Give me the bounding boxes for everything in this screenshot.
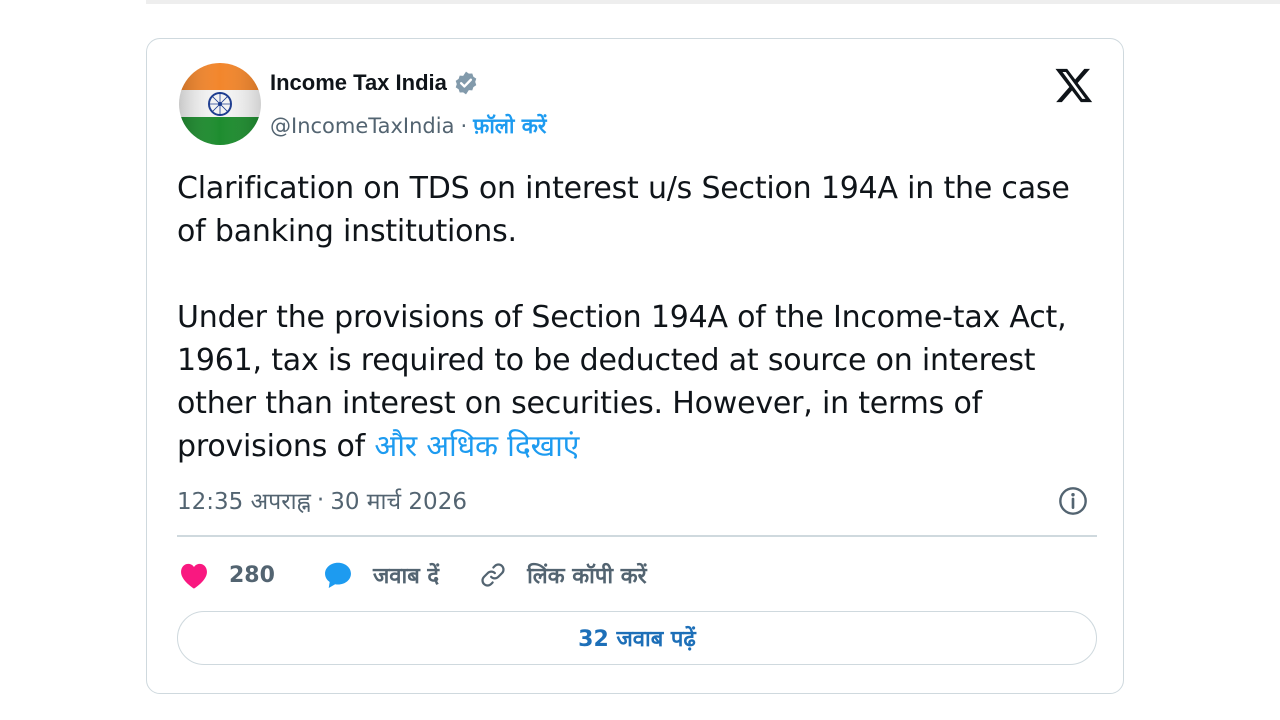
tweet-card[interactable]: Income Tax India @IncomeTaxIndia · फ़ॉलो…: [146, 38, 1124, 694]
heart-icon: [181, 563, 207, 589]
actions-divider: [177, 535, 1097, 537]
tweet-paragraph-2: Under the provisions of Section 194A of …: [177, 296, 1077, 468]
top-divider-strip: [146, 0, 1280, 4]
tweet-body: Clarification on TDS on interest u/s Sec…: [177, 167, 1077, 468]
handle-row: @IncomeTaxIndia · फ़ॉलो करें: [270, 111, 547, 141]
tweet-actions: 280 जवाब दें लिंक कॉपी करें: [177, 555, 647, 595]
tweet-paragraph-2-text: Under the provisions of Section 194A of …: [177, 300, 1067, 464]
verified-badge-icon: [453, 70, 479, 96]
timestamp-separator: ·: [316, 487, 325, 513]
link-icon: [481, 563, 505, 587]
read-replies-button[interactable]: 32 जवाब पढ़ें: [177, 611, 1097, 665]
author-row: Income Tax India: [270, 69, 479, 97]
author-handle[interactable]: @IncomeTaxIndia: [270, 114, 454, 138]
reply-button[interactable]: जवाब दें: [321, 560, 439, 590]
tweet-time: 12:35 अपराह्न: [177, 489, 311, 515]
india-flag-avatar-icon: [179, 63, 261, 145]
reply-label: जवाब दें: [372, 564, 440, 589]
copy-link-label: लिंक कॉपी करें: [527, 564, 647, 589]
author-name[interactable]: Income Tax India: [270, 70, 447, 96]
tweet-timestamp[interactable]: 12:35 अपराह्न · 30 मार्च 2026: [177, 484, 467, 516]
avatar[interactable]: [179, 63, 261, 145]
like-count: 280: [229, 562, 275, 588]
info-icon[interactable]: [1057, 485, 1089, 517]
handle-separator: ·: [460, 114, 468, 138]
read-replies-label: 32 जवाब पढ़ें: [578, 627, 696, 652]
tweet-date: 30 मार्च 2026: [330, 489, 467, 515]
x-logo-icon[interactable]: [1053, 65, 1095, 105]
like-button[interactable]: 280: [177, 560, 275, 590]
reply-bubble-icon: [324, 562, 351, 588]
tweet-paragraph-1: Clarification on TDS on interest u/s Sec…: [177, 171, 1070, 249]
show-more-link[interactable]: और अधिक दिखाएं: [374, 429, 579, 464]
follow-button[interactable]: फ़ॉलो करें: [473, 112, 546, 140]
copy-link-button[interactable]: लिंक कॉपी करें: [477, 560, 647, 590]
